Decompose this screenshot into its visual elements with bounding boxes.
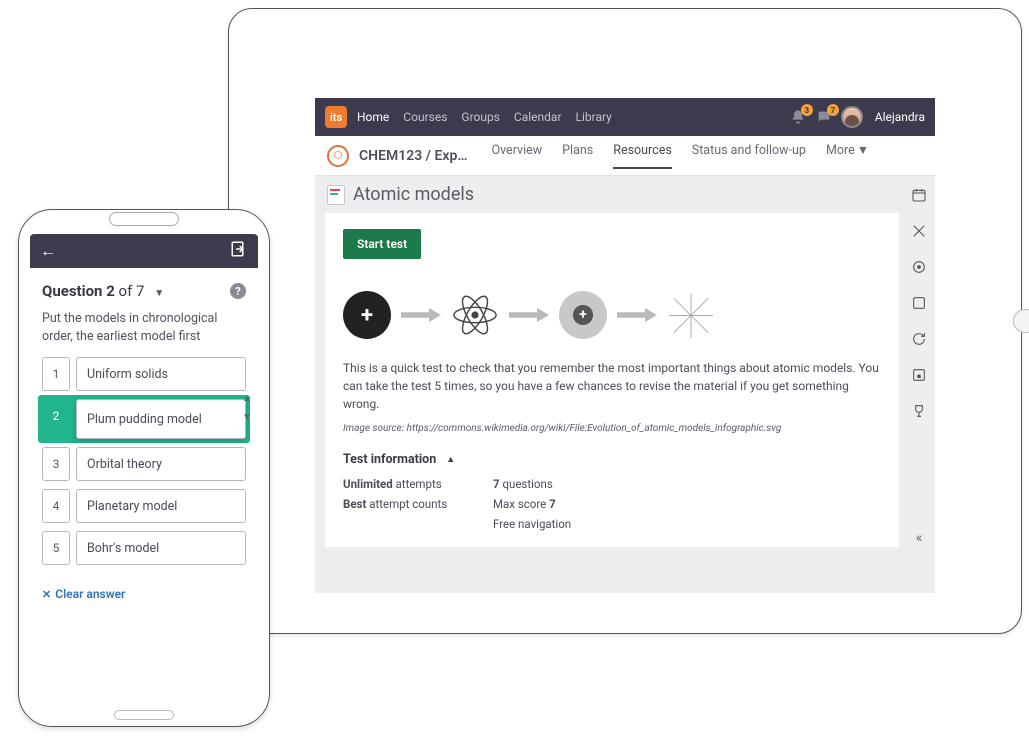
option-label[interactable]: Planetary model bbox=[76, 489, 246, 523]
test-info-grid: Unlimited attempts 7 questions Best atte… bbox=[343, 477, 881, 531]
document-icon bbox=[327, 185, 345, 205]
option-number: 3 bbox=[42, 447, 70, 481]
collapse-icon[interactable]: « bbox=[910, 529, 928, 547]
option-row[interactable]: 3 Orbital theory bbox=[42, 447, 246, 481]
username[interactable]: Alejandra bbox=[875, 110, 925, 124]
tab-status[interactable]: Status and follow-up bbox=[692, 143, 806, 168]
course-icon: ⬡ bbox=[327, 145, 349, 167]
image-source-text: Image source: https://commons.wikimedia.… bbox=[343, 423, 881, 434]
arrow-icon bbox=[617, 308, 657, 322]
answer-options: 1 Uniform solids 2 Plum pudding model ▲▼… bbox=[30, 357, 258, 565]
phone-home-indicator bbox=[114, 710, 174, 720]
start-test-button[interactable]: Start test bbox=[343, 229, 421, 259]
question-prompt: Put the models in chronological order, t… bbox=[30, 310, 258, 357]
option-number: 2 bbox=[42, 399, 70, 433]
nav-courses[interactable]: Courses bbox=[403, 110, 447, 124]
content-card: Start test + This is bbox=[325, 213, 899, 547]
question-counter[interactable]: Question 2 of 7 ▼ bbox=[42, 282, 164, 300]
refresh-icon[interactable] bbox=[910, 330, 928, 348]
page-title: Atomic models bbox=[353, 184, 474, 205]
option-row[interactable]: 4 Planetary model bbox=[42, 489, 246, 523]
option-row[interactable]: 5 Bohr's model bbox=[42, 531, 246, 565]
phone-topbar: ← bbox=[30, 234, 258, 268]
reorder-handles[interactable]: ▲▼ bbox=[242, 393, 252, 423]
phone-frame: ← Question 2 of 7 ▼ ? Put the models in … bbox=[18, 209, 270, 727]
option-label[interactable]: Orbital theory bbox=[76, 447, 246, 481]
atomic-models-figure: + bbox=[343, 285, 881, 345]
max-score-info: Max score 7 bbox=[493, 497, 643, 511]
grades-icon[interactable] bbox=[910, 294, 928, 312]
content-column: Atomic models Start test + bbox=[315, 176, 903, 557]
save-icon[interactable] bbox=[910, 366, 928, 384]
tab-plans[interactable]: Plans bbox=[562, 143, 593, 168]
option-row[interactable]: 1 Uniform solids bbox=[42, 357, 246, 391]
test-info-title: Test information bbox=[343, 452, 436, 467]
option-row-active[interactable]: 2 Plum pudding model ▲▼ bbox=[38, 395, 250, 443]
main-area: Atomic models Start test + bbox=[315, 176, 935, 557]
nav-home[interactable]: Home bbox=[357, 110, 389, 124]
test-info-toggle[interactable]: Test information ▲ bbox=[343, 452, 881, 467]
arrow-icon bbox=[401, 308, 441, 322]
calendar-icon[interactable] bbox=[910, 186, 928, 204]
messages-badge: 7 bbox=[827, 104, 839, 116]
tab-overview[interactable]: Overview bbox=[491, 143, 542, 168]
phone-screen: ← Question 2 of 7 ▼ ? Put the models in … bbox=[30, 234, 258, 702]
help-icon[interactable]: ? bbox=[230, 283, 246, 299]
chevron-down-icon: ▼ bbox=[154, 288, 164, 299]
nav-groups[interactable]: Groups bbox=[461, 110, 500, 124]
dalton-model-icon: + bbox=[343, 291, 391, 339]
tablet-frame: its Home Courses Groups Calendar Library… bbox=[228, 8, 1022, 634]
quick-tools-sidebar: « bbox=[903, 176, 935, 557]
chevron-up-icon: ▲ bbox=[446, 454, 455, 465]
notifications-badge: 3 bbox=[801, 104, 813, 116]
main-nav: Home Courses Groups Calendar Library bbox=[357, 110, 789, 124]
quantum-model-icon bbox=[667, 291, 715, 339]
nav-calendar[interactable]: Calendar bbox=[514, 110, 562, 124]
option-label[interactable]: Uniform solids bbox=[76, 357, 246, 391]
nav-library[interactable]: Library bbox=[576, 110, 612, 124]
tablet-home-button[interactable] bbox=[1013, 309, 1029, 333]
notifications-icon[interactable]: 3 bbox=[789, 108, 807, 126]
rutherford-model-icon bbox=[451, 291, 499, 339]
app-logo[interactable]: its bbox=[325, 106, 347, 128]
tablet-screen: its Home Courses Groups Calendar Library… bbox=[315, 98, 935, 593]
navigation-info: Free navigation bbox=[493, 517, 643, 531]
move-up-icon[interactable]: ▲ bbox=[242, 393, 252, 404]
option-number: 4 bbox=[42, 489, 70, 523]
page-header: Atomic models bbox=[321, 176, 903, 213]
course-bar: ⬡ CHEM123 / Exp… Overview Plans Resource… bbox=[315, 136, 935, 176]
arrow-icon bbox=[509, 308, 549, 322]
phone-notch bbox=[109, 212, 179, 226]
course-tabs: Overview Plans Resources Status and foll… bbox=[491, 143, 923, 168]
questions-info: 7 questions bbox=[493, 477, 643, 491]
top-right-icons: 3 7 Alejandra bbox=[789, 106, 925, 128]
back-icon[interactable]: ← bbox=[40, 241, 56, 261]
trophy-icon[interactable] bbox=[910, 402, 928, 420]
option-number: 5 bbox=[42, 531, 70, 565]
attempts-info: Unlimited attempts bbox=[343, 477, 493, 491]
tools-icon[interactable] bbox=[910, 222, 928, 240]
move-down-icon[interactable]: ▼ bbox=[242, 412, 252, 423]
avatar[interactable] bbox=[841, 106, 863, 128]
tab-resources[interactable]: Resources bbox=[613, 143, 672, 168]
bohr-model-icon bbox=[559, 291, 607, 339]
clear-answer-button[interactable]: Clear answer bbox=[30, 573, 258, 615]
target-icon[interactable] bbox=[910, 258, 928, 276]
exit-icon[interactable] bbox=[230, 240, 248, 262]
tab-more[interactable]: More▼ bbox=[826, 143, 869, 168]
top-nav-bar: its Home Courses Groups Calendar Library… bbox=[315, 98, 935, 136]
option-label[interactable]: Plum pudding model bbox=[76, 399, 246, 439]
chevron-down-icon: ▼ bbox=[857, 143, 869, 168]
description-text: This is a quick test to check that you r… bbox=[343, 359, 881, 413]
breadcrumb[interactable]: CHEM123 / Exp… bbox=[359, 148, 467, 164]
question-header: Question 2 of 7 ▼ ? bbox=[30, 268, 258, 310]
messages-icon[interactable]: 7 bbox=[815, 108, 833, 126]
option-label[interactable]: Bohr's model bbox=[76, 531, 246, 565]
score-rule-info: Best attempt counts bbox=[343, 497, 493, 511]
option-number: 1 bbox=[42, 357, 70, 391]
